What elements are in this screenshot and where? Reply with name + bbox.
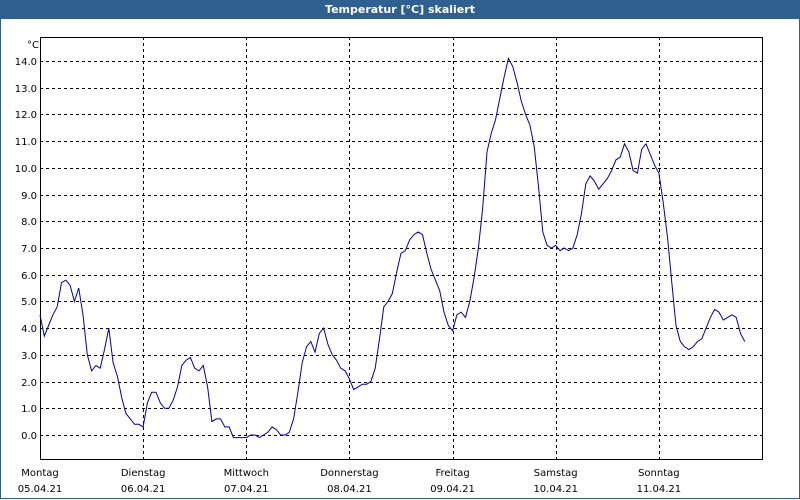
y-tick-label: 1.0: [21, 404, 37, 415]
y-tick-label: 14.0: [15, 57, 37, 68]
y-tick-label: 8.0: [21, 217, 37, 228]
y-axis-unit-label: °C: [27, 40, 39, 51]
temperature-series-line: [39, 56, 746, 439]
y-tick-label: 2.0: [21, 378, 37, 389]
y-tick-label: 5.0: [21, 297, 37, 308]
x-tick-date: 09.04.21: [430, 484, 475, 495]
y-tick-label: 12.0: [15, 110, 37, 121]
x-tick-date: 11.04.21: [637, 484, 682, 495]
y-tick-label: 13.0: [15, 84, 37, 95]
x-tick-weekday: Freitag: [435, 468, 469, 479]
x-tick-date: 05.04.21: [18, 484, 63, 495]
x-tick-weekday: Donnerstag: [320, 468, 378, 479]
grid-lines: [40, 37, 762, 459]
x-tick-weekday: Mittwoch: [224, 468, 269, 479]
x-tick-date: 06.04.21: [121, 484, 166, 495]
x-tick-date: 08.04.21: [327, 484, 372, 495]
y-tick-label: 10.0: [15, 164, 37, 175]
y-tick-label: 3.0: [21, 351, 37, 362]
temperature-chart: °C 0.0 1.0 2.0 3.0 4.0 5.0 6.0 7.0 8.0 9.0 10.0 11.…: [15, 37, 763, 495]
y-tick-label: 9.0: [21, 191, 37, 202]
y-tick-label: 11.0: [15, 137, 37, 148]
x-tick-date: 10.04.21: [533, 484, 578, 495]
x-tick-date: 07.04.21: [224, 484, 269, 495]
y-tick-label: 0.0: [21, 431, 37, 442]
x-tick-weekday: Sonntag: [638, 468, 680, 479]
y-tick-label: 6.0: [21, 271, 37, 282]
y-tick-label: 7.0: [21, 244, 37, 255]
x-axis-ticks: Montag 05.04.21 Dienstag 06.04.21 Mittwoch 07…: [18, 468, 681, 495]
x-tick-weekday: Montag: [21, 468, 58, 479]
y-axis-ticks: 0.0 1.0 2.0 3.0 4.0 5.0 6.0 7.0 8.0 9.0 10.0 11.0 12…: [15, 57, 37, 442]
x-tick-weekday: Samstag: [534, 468, 578, 479]
x-tick-weekday: Dienstag: [121, 468, 166, 479]
y-tick-label: 4.0: [21, 324, 37, 335]
